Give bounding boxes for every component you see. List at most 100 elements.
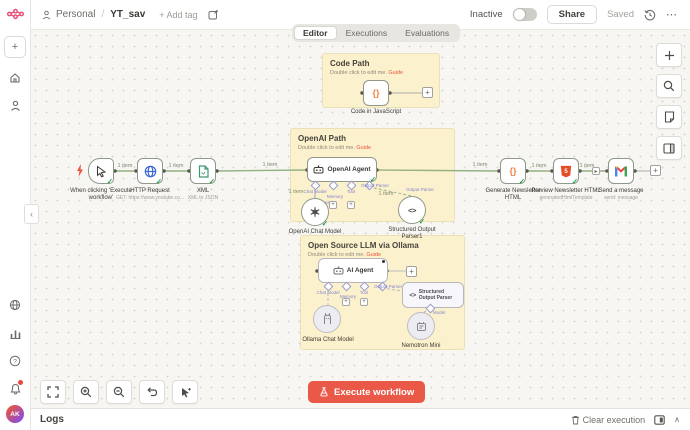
port-label-tool: Tool — [347, 189, 355, 194]
home-icon — [11, 74, 19, 82]
breadcrumb-project[interactable]: Personal — [56, 9, 95, 20]
success-check-icon: ✓ — [519, 177, 525, 186]
chevron-left-icon: ‹ — [30, 209, 33, 219]
search-icon — [663, 80, 675, 92]
plus-icon — [664, 50, 675, 61]
logs-panel-header[interactable]: Logs Clear execution ∧ — [30, 408, 690, 430]
node-openai-agent[interactable]: OpenAI Agent ✓ — [307, 157, 377, 182]
expand-logs-chevron-icon[interactable]: ∧ — [674, 415, 680, 424]
node-structured-output-parser[interactable]: <> Structured Output Parser — [402, 282, 464, 308]
play-arrow-icon: ▸ — [594, 168, 597, 175]
undo-button[interactable] — [139, 380, 165, 404]
port-label-chat-model: Chat Model — [303, 189, 326, 194]
node-ollama-chat-model[interactable] — [313, 305, 341, 333]
sidebar-item-whats-new[interactable] — [7, 381, 23, 397]
canvas-side-controls — [656, 43, 682, 160]
node-http-request[interactable]: ✓ — [137, 158, 163, 184]
zoom-in-icon — [80, 386, 92, 398]
saved-status: Saved — [607, 9, 634, 20]
notification-dot — [17, 379, 24, 386]
edit-workflow-icon[interactable] — [208, 9, 219, 20]
add-memory-button[interactable]: + — [342, 298, 350, 306]
search-button[interactable] — [656, 74, 682, 98]
sidebar-item-insights[interactable] — [7, 325, 23, 341]
robot-icon — [333, 266, 344, 275]
more-menu-icon[interactable]: ⋯ — [666, 8, 678, 21]
node-nemotron-mini[interactable] — [407, 312, 435, 340]
person-icon — [10, 100, 21, 112]
flask-icon — [319, 386, 329, 398]
add-sticky-note-button[interactable] — [656, 105, 682, 129]
connection-items-label: 1 item — [289, 189, 304, 195]
add-tool-button[interactable]: + — [347, 201, 355, 209]
execute-workflow-button[interactable]: Execute workflow — [308, 381, 425, 403]
plus-icon: + — [12, 41, 18, 53]
node-preview-newsletter-html[interactable]: 5 ✓ — [553, 158, 579, 184]
workflow-canvas[interactable]: Code Path Double click to edit me. Guide… — [30, 30, 690, 408]
tidy-up-button[interactable] — [172, 380, 198, 404]
help-icon: ? — [9, 355, 21, 367]
workflow-name[interactable]: YT_sav — [110, 9, 145, 20]
sidebar-item-personal[interactable] — [7, 98, 23, 114]
sidebar-collapse-button[interactable]: ‹ — [24, 204, 39, 224]
share-button[interactable]: Share — [547, 5, 597, 24]
node-code-javascript[interactable]: {} — [363, 80, 389, 106]
panel-layout-icon — [663, 143, 675, 154]
add-node-button[interactable]: + — [650, 165, 661, 176]
add-node-button[interactable]: + — [406, 266, 417, 277]
sidebar-item-help[interactable]: ? — [7, 353, 23, 369]
open-logs-panel-icon[interactable] — [654, 415, 665, 425]
node-openai-chat-model[interactable]: ✓ — [301, 198, 329, 226]
robot-icon — [313, 165, 324, 174]
add-tool-button[interactable]: + — [360, 298, 368, 306]
success-check-icon: ✓ — [209, 177, 215, 186]
node-gmail-send-message[interactable] — [608, 158, 634, 184]
cursor-icon — [95, 165, 107, 178]
node-label: AI Agent — [347, 267, 373, 274]
sidebar-item-home[interactable] — [7, 70, 23, 86]
node-generate-newsletter-html[interactable]: {} ✓ — [500, 158, 526, 184]
zoom-in-button[interactable] — [73, 380, 99, 404]
connection-items-label: 1 item — [379, 191, 394, 197]
code-braces-icon: {} — [372, 88, 379, 98]
zoom-to-fit-button[interactable] — [40, 380, 66, 404]
plus-icon: + — [331, 202, 335, 208]
plus-icon: + — [653, 166, 658, 175]
node-sublabel: generatedHtmlTemplate — [539, 195, 592, 201]
node-ai-agent[interactable]: AI Agent — [318, 258, 388, 283]
gmail-icon — [614, 166, 628, 177]
sticky-note-icon — [664, 111, 675, 123]
clear-execution-button[interactable]: Clear execution — [571, 415, 646, 425]
activate-toggle[interactable] — [513, 8, 537, 21]
zoom-out-button[interactable] — [106, 380, 132, 404]
tidy-up-cursor-icon — [179, 386, 192, 399]
toggle-panel-button[interactable] — [656, 136, 682, 160]
new-workflow-button[interactable]: + — [4, 36, 26, 58]
connection-arrow-button[interactable]: ▸ — [592, 167, 600, 175]
node-xml[interactable]: ✓ — [190, 158, 216, 184]
globe-icon — [144, 165, 157, 178]
port-label-output-parser: Output Parser — [374, 284, 402, 289]
port-label-tool: Tool — [360, 290, 368, 295]
node-structured-output-parser-1[interactable]: <> ✓ — [398, 196, 426, 224]
plus-icon: + — [344, 299, 348, 305]
tab-editor[interactable]: Editor — [294, 26, 337, 40]
bar-chart-icon — [10, 328, 21, 339]
clear-execution-label: Clear execution — [583, 415, 646, 425]
node-sublabel: send: message — [604, 195, 638, 201]
add-node-button[interactable]: + — [422, 87, 433, 98]
add-tag-button[interactable]: + Add tag — [159, 10, 197, 20]
node-label: Code in JavaScript — [341, 109, 411, 116]
add-memory-button[interactable]: + — [329, 201, 337, 209]
node-label: Ollama Chat Model — [293, 337, 363, 344]
port-label-model: Model — [433, 310, 445, 315]
tab-executions[interactable]: Executions — [337, 26, 397, 40]
tab-evaluations[interactable]: Evaluations — [396, 26, 458, 40]
trigger-bolt-icon — [76, 164, 84, 177]
n8n-logo-icon[interactable] — [0, 0, 30, 28]
node-manual-trigger[interactable]: ✓ — [88, 158, 114, 184]
add-node-panel-button[interactable] — [656, 43, 682, 67]
user-avatar[interactable]: AK — [6, 405, 24, 423]
sidebar-item-templates[interactable] — [7, 297, 23, 313]
workflow-history-icon[interactable] — [644, 9, 656, 21]
